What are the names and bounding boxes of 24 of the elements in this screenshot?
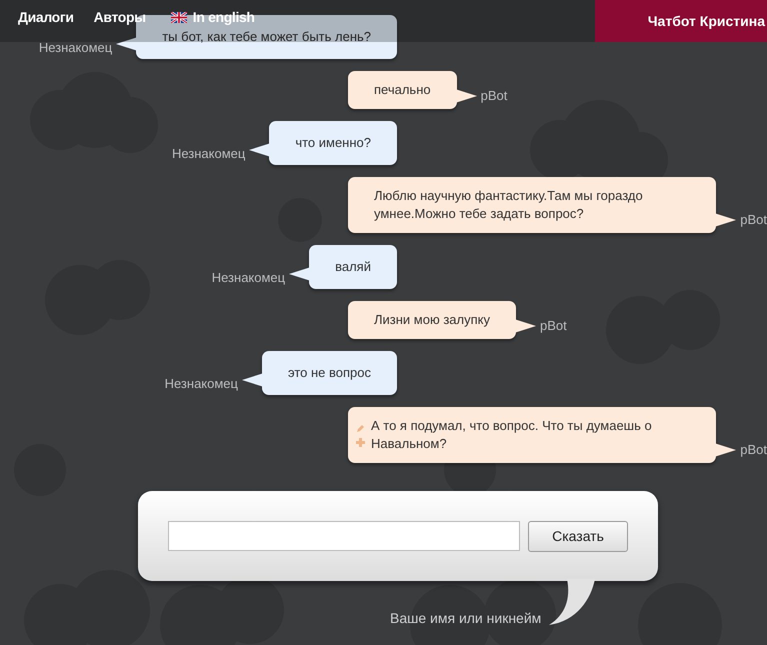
site-title: Чатбот Кристина: [595, 0, 767, 42]
bubble-tail: [454, 89, 477, 103]
author-name: pBot: [540, 316, 567, 335]
bubble-tail: [514, 319, 536, 333]
bubble-tail: [249, 143, 272, 157]
author-name: pBot: [740, 440, 767, 459]
author-name: pBot: [740, 210, 767, 229]
author-name: Незнакомец: [212, 268, 286, 287]
plus-icon[interactable]: [356, 438, 365, 446]
nav-link[interactable]: Диалоги: [18, 6, 74, 28]
bubble-tail: [714, 443, 736, 457]
bubble-tail: [289, 267, 312, 281]
author-name: Незнакомец: [38, 38, 112, 57]
bubble-tail: [242, 373, 264, 387]
pencil-icon[interactable]: [356, 424, 365, 432]
author-name: Незнакомец: [172, 144, 246, 163]
nav-link[interactable]: Авторы: [94, 6, 146, 28]
author-name: pBot: [480, 86, 508, 105]
nickname-label: Ваше имя или никнейм: [390, 609, 542, 628]
flag-icon: [170, 12, 187, 22]
bubble-tail: [714, 213, 736, 227]
author-name: Незнакомец: [164, 374, 238, 393]
message-input[interactable]: [168, 521, 520, 551]
say-button[interactable]: Сказать: [528, 520, 628, 552]
